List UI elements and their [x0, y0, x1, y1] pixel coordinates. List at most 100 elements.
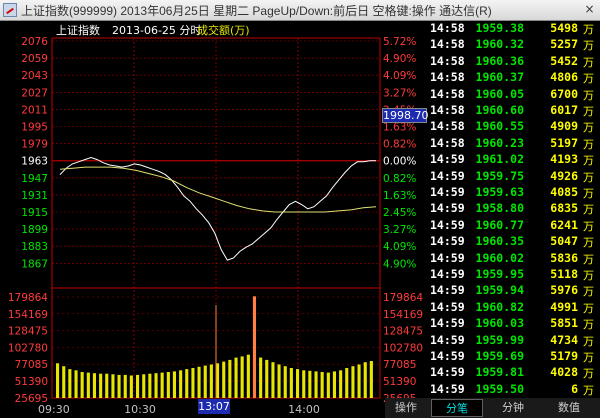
- tick-unit: 万: [583, 137, 594, 151]
- tick-volume: 6835: [550, 201, 578, 216]
- tick-volume: 6017: [550, 103, 578, 117]
- volume-bar: [296, 369, 300, 398]
- tick-row: 14:59 1961.02 4193 万: [428, 152, 600, 169]
- tick-row: 14:59 1960.35 5047 万: [428, 234, 600, 251]
- volume-bar: [271, 362, 275, 398]
- tick-unit: 万: [583, 383, 594, 397]
- tick-price: 1959.75: [475, 168, 524, 183]
- volume-bar: [154, 373, 158, 398]
- tick-row: 14:59 1960.82 4991 万: [428, 300, 600, 317]
- tick-volume: 4734: [550, 332, 578, 347]
- tick-time: 14:59: [430, 332, 465, 347]
- tick-unit: 万: [583, 334, 594, 348]
- price-tick-label: 1979: [21, 139, 48, 151]
- volume-bar: [277, 364, 281, 398]
- tick-time: 14:59: [430, 217, 465, 232]
- tab-values[interactable]: 数值: [543, 399, 595, 417]
- volume-bar: [314, 371, 318, 398]
- tick-volume: 5118: [550, 267, 578, 281]
- tab-ticks[interactable]: 分笔: [431, 399, 483, 417]
- tick-unit: 万: [583, 269, 594, 282]
- title-bar: 上证指数(999999) 2013年06月25日 星期二 PageUp/Down…: [0, 0, 600, 21]
- pct-tick-label: 3.27%: [383, 87, 416, 99]
- tick-price: 1961.02: [475, 152, 524, 167]
- tick-volume: 4991: [550, 299, 578, 314]
- tick-row: 14:58 1960.23 5197 万: [428, 136, 600, 153]
- volume-bar: [148, 373, 152, 398]
- tick-time: 14:59: [430, 185, 465, 199]
- time-tick-label: 10:30: [124, 403, 156, 416]
- price-tick-label: 2059: [21, 53, 48, 65]
- volume-bar: [92, 373, 96, 398]
- tick-row: 14:58 1960.60 6017 万: [428, 103, 600, 120]
- tick-price: 1960.02: [475, 250, 524, 265]
- volume-bar: [234, 357, 238, 398]
- tick-row: 14:59 1959.75 4926 万: [428, 169, 600, 186]
- tick-row: 14:59 1958.80 6835 万: [428, 201, 600, 218]
- volume-tick-label: 51390: [15, 376, 48, 388]
- tick-price: 1959.81: [475, 365, 524, 380]
- price-tick-label: 1995: [21, 122, 48, 134]
- price-tick-label: 2076: [21, 36, 48, 48]
- tick-time: 14:58: [430, 86, 465, 101]
- tab-minutes[interactable]: 分钟: [487, 399, 539, 417]
- tick-price: 1960.55: [475, 119, 524, 134]
- chart-date: 2013-06-25 分时: [112, 24, 201, 37]
- volume-bar: [105, 373, 109, 398]
- tick-time: 14:59: [430, 365, 465, 380]
- tick-price: 1958.80: [475, 201, 524, 216]
- tick-unit: 万: [583, 285, 594, 299]
- volume-bar: [74, 370, 78, 398]
- volume-bar: [246, 354, 250, 398]
- close-icon[interactable]: ×: [583, 3, 596, 16]
- volume-bar: [339, 370, 343, 398]
- volume-bar: [179, 370, 183, 398]
- price-tick-label: 1899: [21, 224, 48, 236]
- volume-bar: [252, 296, 256, 398]
- time-tick-label: 09:30: [38, 403, 70, 416]
- tick-list[interactable]: 14:58 1959.38 5498 万 14:58 1960.32 5257 万 14:58 1…: [428, 21, 600, 398]
- pct-tick-label: 4.90%: [383, 53, 416, 65]
- tick-price: 1960.36: [475, 53, 524, 68]
- tick-volume: 4909: [550, 119, 578, 134]
- tick-unit: 万: [583, 154, 594, 168]
- volume-tick-label-right: 128475: [383, 326, 423, 338]
- volume-legend: 成交额(万): [197, 23, 250, 37]
- tick-volume: 5257: [550, 37, 578, 52]
- bottom-tabs: 操作 分笔 分钟 数值: [385, 398, 600, 418]
- tick-unit: 万: [583, 252, 594, 266]
- tick-volume: 6: [571, 381, 578, 396]
- tick-row: 14:58 1959.38 5498 万: [428, 21, 600, 38]
- tick-volume: 5851: [550, 316, 578, 331]
- tab-operate[interactable]: 操作: [388, 399, 424, 417]
- tick-row: 14:59 1959.95 5118 万: [428, 267, 600, 284]
- tick-volume: 5976: [550, 283, 578, 298]
- pct-tick-label: 4.09%: [383, 241, 416, 253]
- tick-unit: 万: [583, 351, 594, 364]
- price-tick-label: 1915: [21, 207, 48, 219]
- tick-price: 1959.50: [475, 381, 524, 396]
- app-icon: [3, 3, 17, 17]
- tick-price: 1960.05: [475, 86, 524, 101]
- tick-volume: 5498: [550, 21, 578, 35]
- tick-row: 14:59 1959.81 4028 万: [428, 365, 600, 382]
- volume-bar: [56, 363, 60, 398]
- volume-bar: [123, 374, 127, 398]
- tick-time: 14:59: [430, 316, 465, 331]
- pct-tick-label: 0.82%: [383, 173, 416, 185]
- volume-tick-label: 179864: [8, 292, 48, 304]
- pct-tick-label: 5.72%: [383, 36, 416, 48]
- tick-time: 14:58: [430, 21, 465, 35]
- chart-title: 上证指数: [56, 23, 100, 37]
- volume-tick-label: 77085: [15, 359, 48, 371]
- tick-time: 14:59: [430, 349, 465, 363]
- pct-tick-label: 0.82%: [383, 139, 416, 151]
- tick-unit: 万: [583, 318, 594, 332]
- volume-bar: [308, 370, 312, 398]
- volume-bar: [351, 366, 355, 398]
- tick-price: 1959.38: [475, 21, 524, 35]
- intraday-chart[interactable]: 2076 5.72% 2059 4.90% 2043 4.09% 2027 3.27% 2011…: [0, 20, 428, 418]
- pct-tick-label: 4.09%: [383, 70, 416, 82]
- volume-tick-label-right: 77085: [383, 359, 416, 371]
- volume-bar: [259, 357, 263, 398]
